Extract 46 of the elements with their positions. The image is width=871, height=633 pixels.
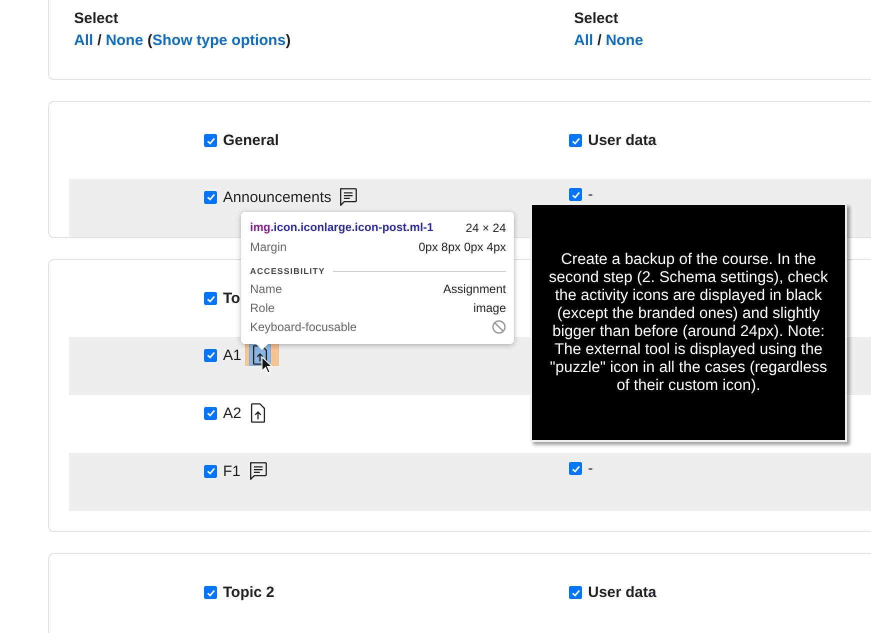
property-value: image	[473, 300, 506, 314]
checkbox[interactable]	[569, 188, 582, 201]
checkbox[interactable]	[204, 586, 217, 599]
element-selector: img.icon.iconlarge.icon-post.ml-1	[250, 222, 434, 234]
select-label: Select	[74, 10, 120, 27]
checkbox[interactable]	[204, 406, 217, 420]
separator-text: /	[96, 32, 103, 49]
select-link[interactable]: None	[106, 32, 144, 49]
checkbox[interactable]	[569, 462, 582, 475]
checkbox[interactable]	[204, 190, 217, 204]
section-title: General	[223, 132, 279, 149]
separator-text: )	[286, 32, 291, 49]
property-value: Assignment	[443, 282, 506, 296]
checkbox[interactable]	[204, 134, 217, 147]
user-data-value: -	[588, 186, 593, 203]
select-link[interactable]: None	[606, 32, 644, 49]
select-label: Select	[574, 10, 620, 27]
section-title: Topic 2	[223, 584, 274, 601]
select-link[interactable]: Show type options	[152, 32, 286, 49]
element-size: 24 × 24	[466, 220, 506, 234]
property-label: Keyboard-focusable	[250, 320, 357, 334]
select-link[interactable]: All	[74, 32, 94, 49]
checkbox[interactable]	[204, 464, 217, 478]
speech-bubble-icon	[337, 186, 360, 208]
mouse-cursor-icon	[261, 356, 273, 374]
checkbox[interactable]	[204, 292, 217, 305]
section-title: To	[223, 290, 240, 307]
checkbox[interactable]	[569, 586, 582, 599]
separator-text: /	[596, 32, 603, 49]
note-text: Create a backup of the course. In the second step (2. Schema settings), check the activity icons are displayed in black (except the branded ones) and slightly bigger than before (around 24px). Note: The external tool is displayed using the "puzzle" icon in all the cases (regardless of their custom icon).	[548, 250, 830, 394]
checkbox[interactable]	[204, 348, 217, 362]
user-data-label: User data	[588, 132, 656, 149]
property-label: Name	[250, 282, 282, 296]
property-label: Margin	[250, 240, 287, 254]
activity-name: A2	[223, 404, 242, 422]
property-label: Role	[250, 300, 275, 314]
user-data-value: -	[588, 460, 593, 477]
activity-name: F1	[223, 462, 241, 480]
activity-name: A1	[223, 346, 242, 364]
user-data-label: User data	[588, 584, 656, 601]
separator-text: (	[146, 32, 152, 49]
select-link[interactable]: All	[574, 32, 594, 49]
checkbox[interactable]	[569, 134, 582, 147]
activity-name: Announcements	[223, 188, 332, 206]
property-value: 0px 8px 0px 4px	[418, 240, 506, 254]
section-heading: ACCESSIBILITY	[250, 266, 326, 276]
